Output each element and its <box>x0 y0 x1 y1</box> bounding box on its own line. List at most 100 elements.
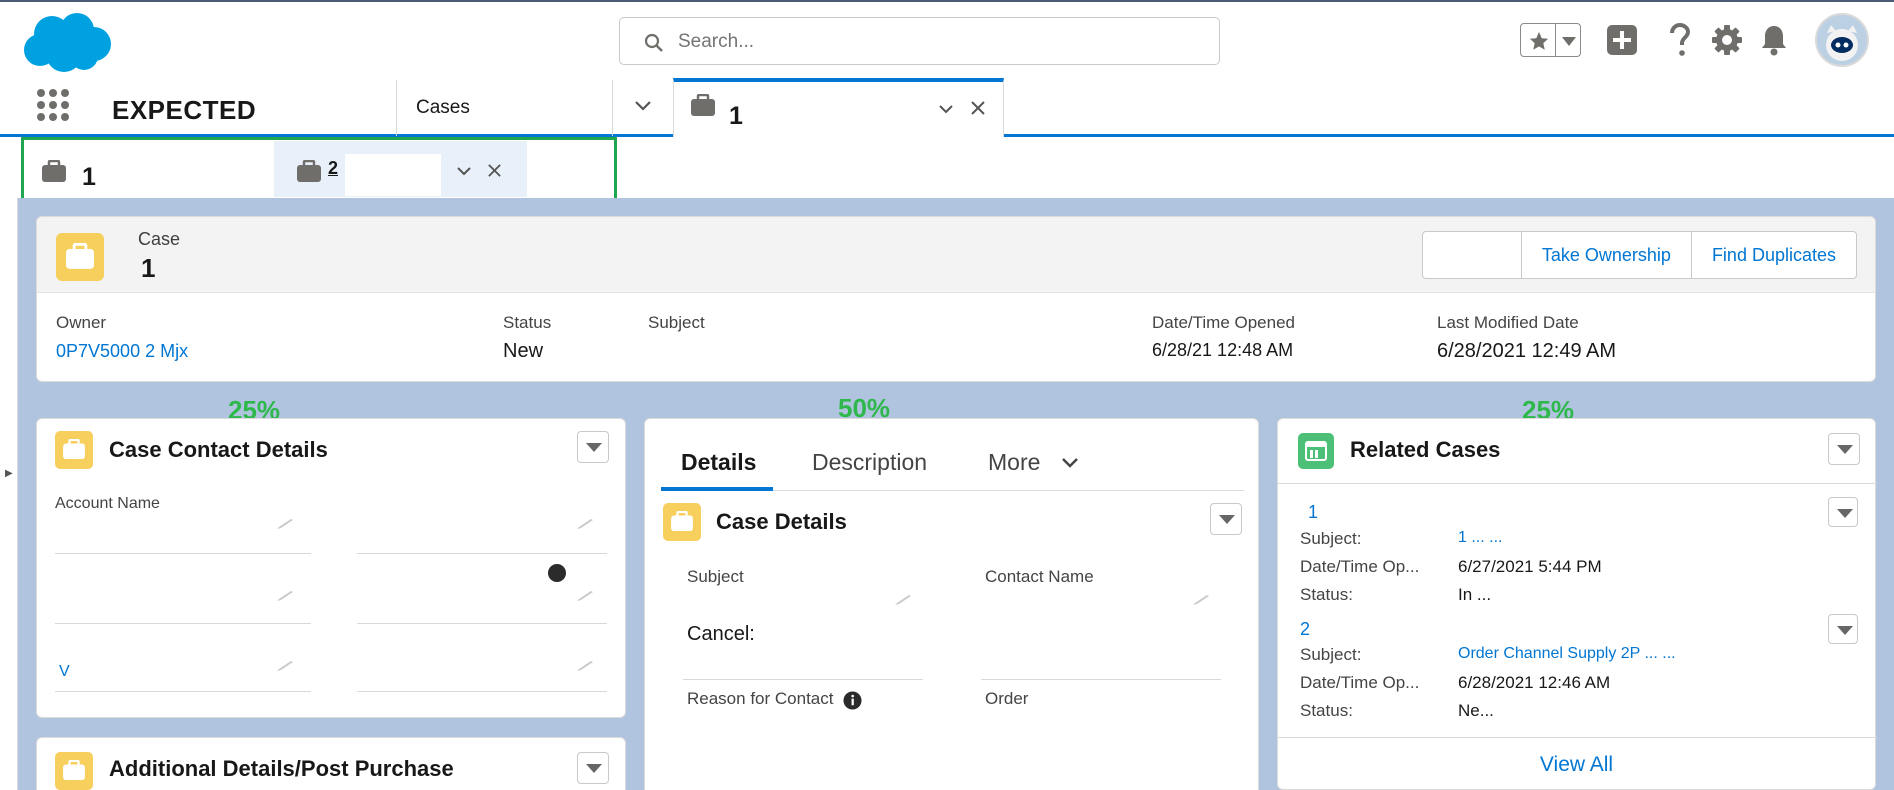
edit-pencil-icon[interactable] <box>895 595 913 605</box>
card-title: Case Contact Details <box>109 437 328 462</box>
related-list-icon <box>1298 433 1334 469</box>
setup-gear-icon[interactable] <box>1710 22 1744 58</box>
app-name: EXPECTED <box>112 95 257 125</box>
edit-pencil-icon[interactable] <box>577 519 595 529</box>
field-underline <box>55 623 311 624</box>
bottom-field-link[interactable]: V <box>59 663 70 681</box>
close-tab-icon[interactable] <box>970 100 986 116</box>
additional-details-card: Additional Details/Post Purchase <box>36 737 626 790</box>
card-divider <box>1278 483 1877 484</box>
status-value: New <box>503 340 544 362</box>
related-case-1-status: In ... <box>1458 585 1492 604</box>
card-menu-button[interactable] <box>577 752 609 784</box>
subject-label: Subject <box>648 313 705 332</box>
date-opened-value: 6/28/21 12:48 AM <box>1152 340 1294 360</box>
field-underline <box>357 623 607 624</box>
notifications-bell-icon[interactable] <box>1757 22 1791 58</box>
action-button-1[interactable] <box>1423 232 1521 278</box>
help-icon[interactable] <box>1662 22 1696 58</box>
case-icon <box>691 94 715 116</box>
last-modified-value: 6/28/2021 12:49 AM <box>1437 340 1617 362</box>
active-tab-indicator <box>661 487 773 491</box>
case-card-icon <box>55 431 93 469</box>
tab-more[interactable]: More <box>988 449 1040 476</box>
status-label: Status: <box>1300 701 1353 720</box>
date-opened-label: Date/Time Opened <box>1152 313 1295 332</box>
chevron-down-icon[interactable] <box>1562 37 1576 46</box>
related-case-2-link[interactable]: 2 <box>1300 619 1310 640</box>
card-menu-button[interactable] <box>577 431 609 463</box>
status-label: Status <box>503 313 552 332</box>
case-section-icon <box>663 503 701 541</box>
record-number: 1 <box>141 253 156 283</box>
subject-label: Subject: <box>1300 529 1362 548</box>
tab-description[interactable]: Description <box>812 449 927 476</box>
related-case-1-menu[interactable] <box>1828 497 1858 527</box>
field-underline <box>55 691 311 692</box>
workspace-tab-label: 1 <box>729 102 743 130</box>
contact-name-label: Contact Name <box>985 567 1094 586</box>
tab-details[interactable]: Details <box>681 449 756 476</box>
edit-pencil-icon[interactable] <box>1193 595 1211 605</box>
top-border <box>0 0 1894 2</box>
owner-label: Owner <box>56 313 107 332</box>
case-details-card: Details Description More Case Details Su… <box>644 418 1259 790</box>
related-case-1-subject[interactable]: 1 ... ... <box>1458 529 1502 547</box>
take-ownership-button[interactable]: Take Ownership <box>1520 232 1691 278</box>
section-menu-button[interactable] <box>1210 503 1242 535</box>
astro-avatar-icon <box>1826 25 1858 61</box>
edit-pencil-icon[interactable] <box>577 591 595 601</box>
highlights-panel: Case 1 Take Ownership Find Duplicates Ow… <box>36 216 1876 382</box>
related-case-1-date: 6/27/2021 5:44 PM <box>1458 557 1602 576</box>
chevron-down-icon[interactable] <box>937 100 955 118</box>
salesforce-logo[interactable] <box>22 12 112 74</box>
field-underline <box>357 691 607 692</box>
edit-pencil-icon[interactable] <box>277 661 295 671</box>
nav-item-cases[interactable]: Cases <box>416 97 470 119</box>
case-card-icon <box>55 752 93 790</box>
favorites-button[interactable] <box>1520 23 1581 57</box>
subject-label: Subject: <box>1300 645 1362 664</box>
related-cases-card: Related Cases 1 Subject: 1 ... ... Date/… <box>1277 418 1877 790</box>
related-case-2-status: Ne... <box>1458 701 1494 720</box>
case-record-icon <box>56 233 104 281</box>
utility-collapse-strip[interactable]: ▶ <box>0 198 18 790</box>
global-search-input[interactable]: Search... <box>619 17 1220 65</box>
card-menu-button[interactable] <box>1828 433 1860 465</box>
global-actions-add-icon[interactable] <box>1605 22 1639 58</box>
user-avatar[interactable] <box>1815 13 1869 67</box>
status-label: Status: <box>1300 585 1353 604</box>
subject-field-value: Cancel: <box>687 623 755 645</box>
search-icon <box>644 33 663 52</box>
more-chevron-down-icon[interactable] <box>1061 456 1079 470</box>
card-title: Additional Details/Post Purchase <box>109 756 454 781</box>
edit-pencil-icon[interactable] <box>577 661 595 671</box>
app-launcher-icon[interactable] <box>36 88 70 122</box>
field-underline <box>981 679 1221 680</box>
related-case-2-menu[interactable] <box>1828 614 1858 644</box>
related-case-1-link[interactable]: 1 <box>1308 502 1318 523</box>
case-contact-details-card: Case Contact Details Account Name V <box>36 418 626 718</box>
search-placeholder: Search... <box>678 31 755 52</box>
related-case-2-subject[interactable]: Order Channel Supply 2P ... ... <box>1458 645 1676 663</box>
order-label: Order <box>985 689 1029 708</box>
field-underline <box>357 553 607 554</box>
subject-field-label: Subject <box>687 567 744 586</box>
record-object-type: Case <box>138 229 181 249</box>
edit-pencil-icon[interactable] <box>277 519 295 529</box>
workspace-tab-active[interactable]: 1 <box>673 78 1004 137</box>
view-all-link[interactable]: View All <box>1278 753 1875 777</box>
card-title: Related Cases <box>1350 437 1501 462</box>
cases-nav-chevron-down-icon[interactable] <box>633 96 653 116</box>
last-modified-label: Last Modified Date <box>1437 313 1579 332</box>
field-underline <box>683 679 923 680</box>
info-icon[interactable] <box>843 691 862 710</box>
info-icon[interactable] <box>548 564 566 582</box>
edit-pencil-icon[interactable] <box>277 591 295 601</box>
nav-divider <box>612 80 613 136</box>
find-duplicates-button[interactable]: Find Duplicates <box>1690 232 1856 278</box>
star-icon <box>1529 31 1549 50</box>
field-underline <box>55 553 311 554</box>
owner-link[interactable]: 0P7V5000 2 Mjx <box>56 341 188 362</box>
reason-for-contact-label: Reason for Contact <box>687 689 834 708</box>
